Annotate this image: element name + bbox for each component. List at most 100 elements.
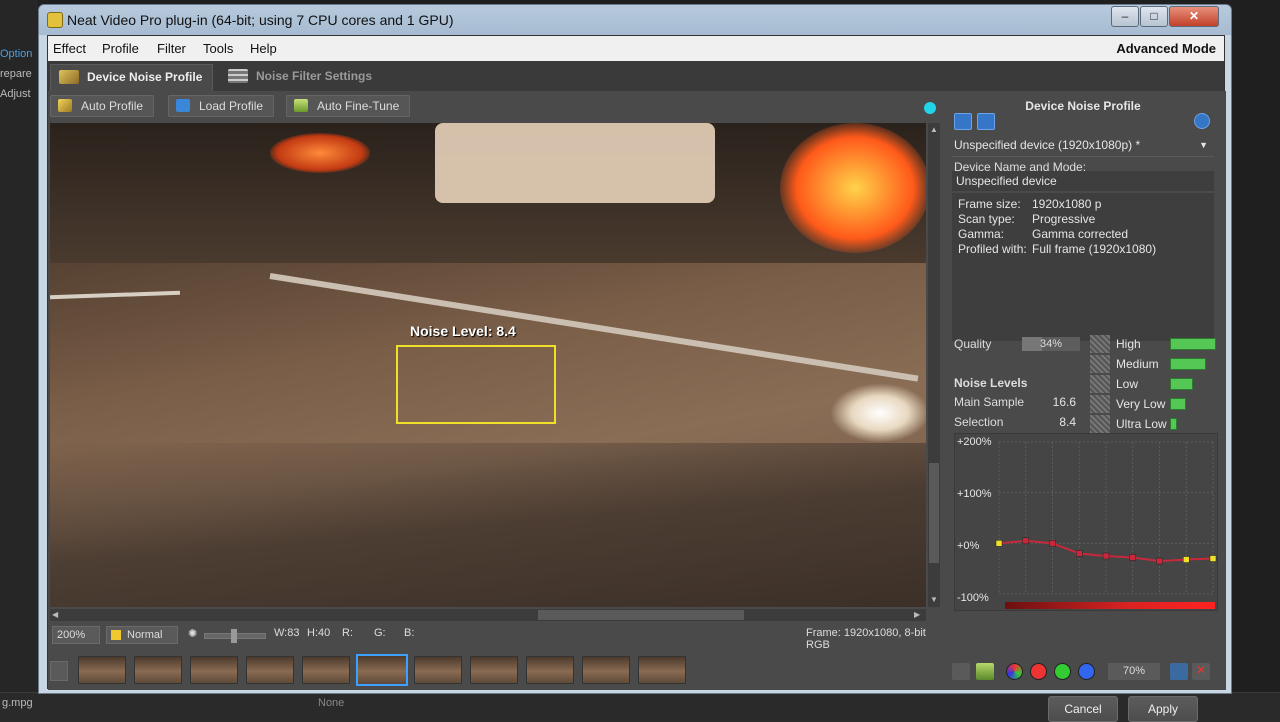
frame-thumbnail-strip — [48, 651, 948, 687]
blend-mode-dropdown[interactable]: Normal — [106, 626, 178, 644]
noise-curve-graph[interactable]: +200% +100% +0% -100% — [954, 433, 1218, 611]
apply-button[interactable]: Apply — [1128, 696, 1198, 722]
curve-control-point — [995, 540, 1003, 547]
frame-thumbnail[interactable] — [638, 656, 686, 684]
auto-fine-tune-button[interactable]: Auto Fine-Tune — [286, 95, 411, 117]
vertical-scrollbar[interactable]: ▲ ▼ — [928, 123, 940, 607]
load-profile-label: Load Profile — [199, 99, 264, 113]
mode-label: Advanced Mode — [1116, 41, 1216, 56]
info-row-profiled-with: Profiled with: Full frame (1920x1080) — [958, 242, 1157, 256]
host-label-prepare[interactable]: repare — [0, 68, 32, 80]
selection-label: Selection — [954, 415, 1004, 429]
frequency-color-bar — [1005, 602, 1215, 609]
quality-value: 34% — [1039, 338, 1063, 350]
horizontal-scrollbar[interactable]: ◀ ▶ — [50, 609, 926, 621]
level-row-low[interactable]: Low — [1090, 375, 1220, 393]
info-icon[interactable] — [1194, 113, 1210, 129]
frame-thumbnail[interactable] — [78, 656, 126, 684]
host-label-adjust[interactable]: Adjust — [0, 88, 31, 100]
level-row-very-low[interactable]: Very Low — [1090, 395, 1220, 413]
menu-help[interactable]: Help — [250, 41, 277, 56]
profile-tab-icon — [59, 70, 79, 84]
scroll-down-icon[interactable]: ▼ — [930, 595, 938, 604]
brightness-slider[interactable] — [204, 629, 266, 643]
scroll-thumb[interactable] — [929, 463, 939, 563]
auto-fine-tune-label: Auto Fine-Tune — [317, 99, 400, 113]
road-shadow — [50, 443, 926, 607]
noise-levels-label: Noise Levels — [954, 376, 1028, 390]
zoom-dropdown[interactable]: 200% — [52, 626, 100, 644]
host-label-option[interactable]: Option — [0, 48, 32, 60]
all-channels-icon[interactable] — [1006, 663, 1023, 680]
curve-strength-field[interactable]: 70% — [1108, 663, 1160, 680]
close-button[interactable]: ✕ — [1169, 6, 1219, 27]
noise-curve-plot[interactable] — [955, 434, 1219, 612]
frame-thumbnail[interactable] — [582, 656, 630, 684]
blue-channel-icon[interactable] — [1078, 663, 1095, 680]
status-dot-icon — [924, 102, 936, 114]
curve-control-point — [1076, 550, 1083, 557]
red-readout: R: — [342, 627, 353, 639]
device-profile-value: Unspecified device (1920x1080p) * — [954, 138, 1141, 152]
plugin-window: Neat Video Pro plug-in (64-bit; using 7 … — [38, 4, 1232, 722]
selection-value: 8.4 — [1059, 415, 1076, 429]
maximize-button[interactable]: □ — [1140, 6, 1168, 27]
load-profile-button[interactable]: Load Profile — [168, 95, 275, 117]
host-file-name[interactable]: g.mpg — [2, 697, 33, 709]
scroll-thumb[interactable] — [538, 610, 744, 620]
cancel-button[interactable]: Cancel — [1048, 696, 1118, 722]
title-bar[interactable]: Neat Video Pro plug-in (64-bit; using 7 … — [39, 5, 1231, 35]
tail-light-left — [270, 133, 370, 173]
viewer-status-row: 200% Normal ✺ W:83 H:40 R: G: B: Frame: … — [48, 623, 944, 651]
scroll-left-icon[interactable]: ◀ — [52, 610, 58, 619]
frame-thumbnail-selected[interactable] — [356, 654, 408, 686]
green-channel-icon[interactable] — [1054, 663, 1071, 680]
level-row-high[interactable]: High — [1090, 335, 1220, 353]
menu-tools[interactable]: Tools — [203, 41, 233, 56]
level-row-medium[interactable]: Medium — [1090, 355, 1220, 373]
undo-icon[interactable] — [1170, 663, 1188, 680]
frame-thumbnail[interactable] — [526, 656, 574, 684]
height-readout: H:40 — [307, 627, 331, 639]
save-profile-icon[interactable] — [977, 113, 995, 130]
tab-noise-filter-settings[interactable]: Noise Filter Settings — [220, 64, 382, 91]
selection-rectangle[interactable] — [396, 345, 556, 424]
settings-tab-icon — [228, 69, 248, 83]
filter-icon[interactable] — [50, 661, 68, 681]
frame-thumbnail[interactable] — [470, 656, 518, 684]
app-icon — [47, 12, 63, 28]
folder-icon — [176, 99, 190, 112]
scroll-up-icon[interactable]: ▲ — [930, 125, 938, 134]
frame-thumbnail[interactable] — [302, 656, 350, 684]
tab-device-noise-profile[interactable]: Device Noise Profile — [50, 64, 214, 91]
auto-profile-button[interactable]: Auto Profile — [50, 95, 155, 117]
frame-thumbnail[interactable] — [190, 656, 238, 684]
chart-icon[interactable] — [976, 663, 994, 680]
noise-pattern-icon — [1090, 375, 1110, 393]
reset-icon[interactable]: ✕ — [1192, 663, 1210, 680]
menu-effect[interactable]: Effect — [53, 41, 86, 56]
curve-control-point — [1102, 552, 1110, 560]
video-preview[interactable]: Noise Level: 8.4 — [50, 123, 926, 607]
tune-icon — [294, 99, 308, 112]
curve-control-point — [1049, 540, 1056, 547]
minimize-button[interactable]: – — [1111, 6, 1139, 27]
menu-profile[interactable]: Profile — [102, 41, 139, 56]
red-channel-icon[interactable] — [1030, 663, 1047, 680]
level-row-ultra-low[interactable]: Ultra Low — [1090, 415, 1220, 433]
wand-icon — [58, 99, 72, 112]
noise-pattern-icon — [1090, 355, 1110, 373]
contrast-icon[interactable]: ✺ — [188, 627, 197, 640]
device-profile-dropdown[interactable]: Unspecified device (1920x1080p) * ▼ — [952, 135, 1214, 157]
open-profile-icon[interactable] — [954, 113, 972, 130]
device-name-field[interactable]: Unspecified device — [952, 171, 1214, 191]
road-reflection — [830, 383, 926, 443]
frame-thumbnail[interactable] — [246, 656, 294, 684]
frame-info: Frame: 1920x1080, 8-bit RGB — [806, 627, 926, 651]
slider-handle[interactable] — [231, 629, 237, 643]
menu-filter[interactable]: Filter — [157, 41, 186, 56]
scroll-right-icon[interactable]: ▶ — [914, 610, 920, 619]
frame-thumbnail[interactable] — [134, 656, 182, 684]
add-point-icon[interactable] — [952, 663, 970, 680]
frame-thumbnail[interactable] — [414, 656, 462, 684]
